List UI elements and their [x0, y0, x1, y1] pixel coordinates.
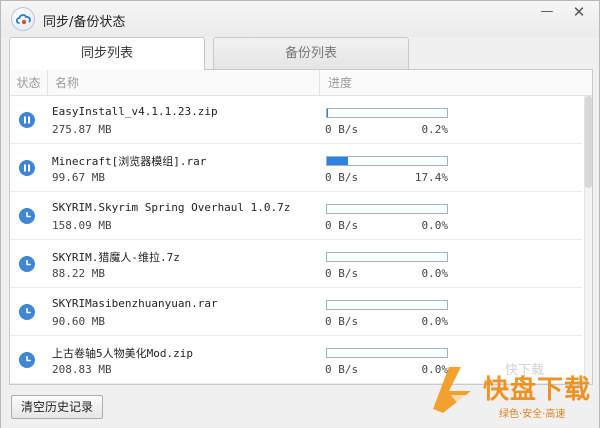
- sync-backup-window: 同步/备份状态 — ✕ 同步列表 备份列表 状态 名称 进度 EasyInsta…: [0, 0, 600, 428]
- vertical-scrollbar[interactable]: [584, 96, 592, 384]
- progress-fill: [327, 157, 348, 165]
- pause-icon[interactable]: [19, 112, 35, 128]
- transfer-list-panel: 状态 名称 进度 EasyInstall_v4.1.1.23.zip 275.8…: [9, 69, 593, 385]
- tab-backup-list[interactable]: 备份列表: [213, 37, 409, 69]
- table-row[interactable]: EasyInstall_v4.1.1.23.zip 275.87 MB 0 B/…: [10, 96, 582, 144]
- progress-percent: 0.0%: [421, 315, 449, 328]
- clear-history-button[interactable]: 清空历史记录: [11, 395, 103, 419]
- column-header-progress[interactable]: 进度: [320, 70, 352, 96]
- transfer-speed: 0 B/s: [325, 219, 359, 232]
- transfer-speed: 0 B/s: [325, 123, 359, 136]
- pause-icon[interactable]: [19, 160, 35, 176]
- tab-bar: 同步列表 备份列表: [9, 37, 593, 70]
- title-bar: 同步/备份状态 — ✕: [1, 1, 599, 37]
- file-size: 90.60 MB: [52, 315, 105, 328]
- progress-bar: [326, 204, 448, 214]
- table-row[interactable]: SKYRIM.猎魔人-维拉.7z 88.22 MB 0 B/s 0.0%: [10, 240, 582, 288]
- progress-bar: [326, 252, 448, 262]
- watermark-slogan: 绿色·安全·高速: [499, 409, 566, 420]
- table-row[interactable]: SKYRIM.Skyrim Spring Overhaul 1.0.7z 158…: [10, 192, 582, 240]
- file-name: SKYRIM.Skyrim Spring Overhaul 1.0.7z: [52, 201, 291, 214]
- transfer-speed: 0 B/s: [325, 315, 359, 328]
- close-button[interactable]: ✕: [567, 3, 591, 21]
- table-row[interactable]: SKYRIMasibenzhuanyuan.rar 90.60 MB 0 B/s…: [10, 288, 582, 336]
- file-name: SKYRIM.猎魔人-维拉.7z: [52, 251, 180, 264]
- file-size: 275.87 MB: [52, 123, 112, 136]
- transfer-speed: 0 B/s: [325, 363, 359, 376]
- file-size: 88.22 MB: [52, 267, 105, 280]
- transfer-list: EasyInstall_v4.1.1.23.zip 275.87 MB 0 B/…: [10, 96, 582, 384]
- clock-icon[interactable]: [19, 304, 35, 320]
- scrollbar-thumb[interactable]: [585, 96, 592, 188]
- file-size: 158.09 MB: [52, 219, 112, 232]
- watermark-logo-icon: [433, 367, 471, 413]
- clock-icon[interactable]: [19, 256, 35, 272]
- progress-bar: [326, 348, 448, 358]
- file-name: EasyInstall_v4.1.1.23.zip: [52, 105, 218, 118]
- progress-percent: 0.0%: [421, 219, 449, 232]
- watermark-name: 快盘下载: [483, 375, 592, 405]
- progress-bar: [326, 156, 448, 166]
- column-header-name[interactable]: 名称: [49, 70, 320, 96]
- progress-bar: [326, 108, 448, 118]
- file-name: Minecraft[浏览器模组].rar: [52, 155, 207, 168]
- window-title: 同步/备份状态: [43, 15, 126, 30]
- progress-bar: [326, 300, 448, 310]
- cloud-logo-icon: [11, 7, 35, 31]
- column-header-status[interactable]: 状态: [10, 70, 48, 96]
- transfer-speed: 0 B/s: [325, 171, 359, 184]
- clock-icon[interactable]: [19, 208, 35, 224]
- transfer-speed: 0 B/s: [325, 267, 359, 280]
- progress-percent: 0.0%: [421, 267, 449, 280]
- table-row[interactable]: Minecraft[浏览器模组].rar 99.67 MB 0 B/s 17.4…: [10, 144, 582, 192]
- minimize-button[interactable]: —: [535, 3, 559, 21]
- table-header: 状态 名称 进度: [10, 70, 592, 96]
- file-size: 208.83 MB: [52, 363, 112, 376]
- progress-percent: 17.4%: [414, 171, 448, 184]
- clock-icon[interactable]: [19, 352, 35, 368]
- progress-percent: 0.2%: [421, 123, 449, 136]
- tab-sync-list[interactable]: 同步列表: [9, 37, 205, 70]
- file-name: 上古卷轴5人物美化Mod.zip: [52, 347, 193, 360]
- file-name: SKYRIMasibenzhuanyuan.rar: [52, 297, 218, 310]
- file-size: 99.67 MB: [52, 171, 105, 184]
- site-watermark: 快下载 快盘下载 绿色·安全·高速: [425, 359, 597, 423]
